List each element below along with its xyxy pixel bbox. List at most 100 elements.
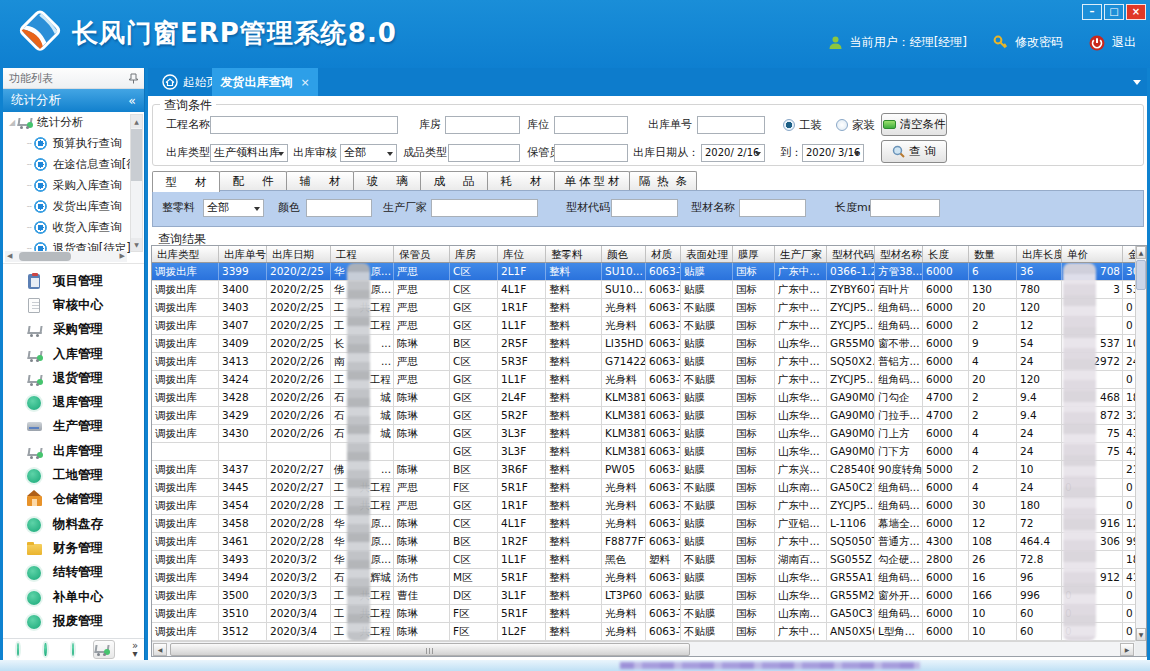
sidebar-item-green-circle[interactable]: 结转管理 xyxy=(3,561,144,585)
project-name-input[interactable] xyxy=(210,116,398,134)
column-header[interactable]: 数量 xyxy=(969,246,1017,263)
grid-horizontal-scrollbar[interactable]: ◀▶ xyxy=(152,641,1135,656)
sidebar-item-cart[interactable]: 采购管理 xyxy=(3,318,144,342)
minimize-button[interactable]: – xyxy=(1082,4,1102,20)
table-row[interactable]: 调拨出库34132020/2/26南...严思C区5R3F整料G71422606… xyxy=(152,353,1135,371)
tree-vertical-scrollbar[interactable]: ▲▼ xyxy=(130,114,143,252)
sidebar-item-machine[interactable]: 生产管理 xyxy=(3,415,144,439)
column-header[interactable]: 型材代码 xyxy=(827,246,875,263)
column-header[interactable]: 材质 xyxy=(646,246,681,263)
column-header[interactable]: 出库长度 xyxy=(1017,246,1062,263)
date-from-picker[interactable]: 2020/ 2/16 xyxy=(701,144,765,162)
column-header[interactable]: 出库单号 xyxy=(219,246,267,263)
table-row[interactable]: 调拨出库34302020/2/26石城陈琳G区3L3F整料KLM38176063… xyxy=(152,425,1135,443)
column-header[interactable]: 金额 xyxy=(1123,246,1135,263)
sidebar-item-clipboard[interactable]: 项目管理 xyxy=(3,269,144,293)
collapse-icon[interactable]: « xyxy=(128,93,136,108)
table-row[interactable]: 调拨出库34932020/3/2华原...陈琳C区1L1F整料黑色塑料不贴膜国标… xyxy=(152,551,1135,569)
column-header[interactable]: 库位 xyxy=(498,246,546,263)
cart-button[interactable] xyxy=(93,640,115,659)
material-tab[interactable]: 型材 xyxy=(152,171,220,192)
clear-conditions-button[interactable]: 清空条件 xyxy=(881,113,947,136)
sidebar-section-header[interactable]: 统计分析 « xyxy=(3,89,144,112)
column-header[interactable]: 工程 xyxy=(331,246,394,263)
table-row[interactable]: 调拨出库34582020/2/28华原...陈琳C区4L1F整料光身料6063-… xyxy=(152,515,1135,533)
table-row[interactable]: 调拨出库34002020/2/25华原...严思C区4L1F整料SU10...6… xyxy=(152,281,1135,299)
search-button[interactable]: 查 询 xyxy=(881,140,947,163)
factory-input[interactable] xyxy=(431,199,538,217)
sidebar-item-green-circle[interactable]: 物料盘存 xyxy=(3,512,144,536)
sidebar-item-green-circle[interactable]: 退库管理 xyxy=(3,390,144,414)
audit-select[interactable]: 全部 xyxy=(340,144,397,162)
material-tab[interactable]: 成品 xyxy=(420,171,488,191)
table-row[interactable]: 调拨出库35122020/3/4工共工程陈琳F区1L2F整料光身料6063-T5… xyxy=(152,623,1135,641)
material-tab[interactable]: 玻璃 xyxy=(353,171,421,191)
column-header[interactable]: 膜厚 xyxy=(733,246,775,263)
tab-list-caret-icon[interactable] xyxy=(1133,80,1141,85)
length-input[interactable] xyxy=(870,199,940,217)
material-tab[interactable]: 隔热条 xyxy=(629,171,697,191)
table-row[interactable]: 调拨出库34032020/2/25工共工程严思G区1R1F整料光身料6063-T… xyxy=(152,299,1135,317)
tree-item[interactable]: ╌发货出库查询 xyxy=(3,196,144,217)
sidebar-item-warehouse[interactable]: 仓储管理 xyxy=(3,488,144,512)
table-row[interactable]: 调拨出库33992020/2/25华原...严思C区2L1F整料SU10...6… xyxy=(152,263,1135,281)
column-header[interactable]: 保管员 xyxy=(394,246,450,263)
green-circle-icon[interactable] xyxy=(17,643,19,656)
change-password-link[interactable]: 修改密码 xyxy=(1015,34,1063,51)
date-to-picker[interactable]: 2020/ 3/16 xyxy=(802,144,864,162)
table-row[interactable]: 调拨出库34942020/3/2石辉城汤伟M区5R1F整料光身料6063-T5贴… xyxy=(152,569,1135,587)
profile-name-input[interactable] xyxy=(739,199,806,217)
table-row[interactable]: 调拨出库34612020/2/28华原...陈琳B区1R2F整料F8877FT6… xyxy=(152,533,1135,551)
location-input[interactable] xyxy=(554,116,628,134)
sidebar-item-green-circle[interactable]: 补单中心 xyxy=(3,585,144,609)
logout-link[interactable]: 退出 xyxy=(1112,34,1136,51)
tree-item[interactable]: ╌采购入库查询 xyxy=(3,175,144,196)
table-row[interactable]: 调拨出库34072020/2/25工工程严思G区1L1F整料光身料6063-T5… xyxy=(152,317,1135,335)
column-header[interactable]: 单价 xyxy=(1062,246,1123,263)
tree-horizontal-scrollbar[interactable]: ◀▶ xyxy=(5,251,127,262)
tab-close-icon[interactable]: × xyxy=(300,76,309,89)
column-header[interactable]: 型材名称 xyxy=(875,246,923,263)
column-header[interactable]: 出库类型 xyxy=(152,246,219,263)
profile-code-input[interactable] xyxy=(611,199,678,217)
pin-icon[interactable] xyxy=(129,73,138,84)
radio-gongzhuang[interactable]: 工装 xyxy=(783,116,822,134)
column-header[interactable]: 颜色 xyxy=(602,246,646,263)
sidebar-item-document[interactable]: 审核中心 xyxy=(3,293,144,317)
overflow-button[interactable]: »▾ xyxy=(132,642,138,658)
table-row[interactable]: 调拨出库34242020/2/26工工程严思G区1L1F整料光身料6063-T5… xyxy=(152,371,1135,389)
table-row[interactable]: G区3L3F整料KLM38176063-T5贴膜国标山东华...GA90M09.… xyxy=(152,443,1135,461)
radio-jiazhuang[interactable]: 家装 xyxy=(836,116,875,134)
tree-item[interactable]: ╌在途信息查询[待 xyxy=(3,154,144,175)
whole-select[interactable]: 全部 xyxy=(203,199,264,217)
material-tab[interactable]: 单体型材 xyxy=(554,171,630,191)
column-header[interactable]: 生产厂家 xyxy=(775,246,827,263)
column-header[interactable]: 整零料 xyxy=(546,246,602,263)
green-circle-icon[interactable] xyxy=(72,643,74,656)
material-tab[interactable]: 辅材 xyxy=(286,171,354,191)
sidebar-item-cart-return[interactable]: 退货管理 xyxy=(3,366,144,390)
out-type-select[interactable]: 生产领料出库 xyxy=(210,144,288,162)
table-row[interactable]: 调拨出库34452020/2/27工共工程严思F区5R1F整料光身料6063-T… xyxy=(152,479,1135,497)
column-header[interactable]: 库房 xyxy=(450,246,498,263)
material-tab[interactable]: 耗材 xyxy=(487,171,555,191)
green-circle-icon[interactable] xyxy=(44,643,46,656)
tree-item[interactable]: ╌收货入库查询 xyxy=(3,217,144,238)
maximize-button[interactable]: □ xyxy=(1104,4,1124,20)
sidebar-item-green-circle[interactable]: 工地管理 xyxy=(3,463,144,487)
table-row[interactable]: 调拨出库34282020/2/26石城陈琳G区2L4F整料KLM38176063… xyxy=(152,389,1135,407)
column-header[interactable]: 表面处理 xyxy=(681,246,733,263)
material-tab[interactable]: 配件 xyxy=(219,171,287,191)
tree-item[interactable]: ╌预算执行查询 xyxy=(3,133,144,154)
warehouse-input[interactable] xyxy=(445,116,520,134)
expander-icon[interactable]: ◢ xyxy=(9,118,15,127)
table-row[interactable]: 调拨出库34542020/2/28工共工程严思G区1R1F整料光身料6063-T… xyxy=(152,497,1135,515)
product-type-input[interactable] xyxy=(448,144,520,162)
grid-vertical-scrollbar[interactable]: ▲▼ xyxy=(1135,246,1146,641)
tree-root[interactable]: ◢统计分析 xyxy=(3,112,144,133)
tab-shipping-query[interactable]: 发货出库查询 × xyxy=(212,68,318,96)
table-row[interactable]: 调拨出库35102020/3/4工共工程陈琳F区5R1F整料光身料6063-T5… xyxy=(152,605,1135,623)
table-row[interactable]: 调拨出库34092020/2/25长...陈琳B区2R5F整料LI35HD606… xyxy=(152,335,1135,353)
sidebar-item-green-circle[interactable]: 报废管理 xyxy=(3,609,144,633)
sidebar-item-cart-in[interactable]: 入库管理 xyxy=(3,342,144,366)
